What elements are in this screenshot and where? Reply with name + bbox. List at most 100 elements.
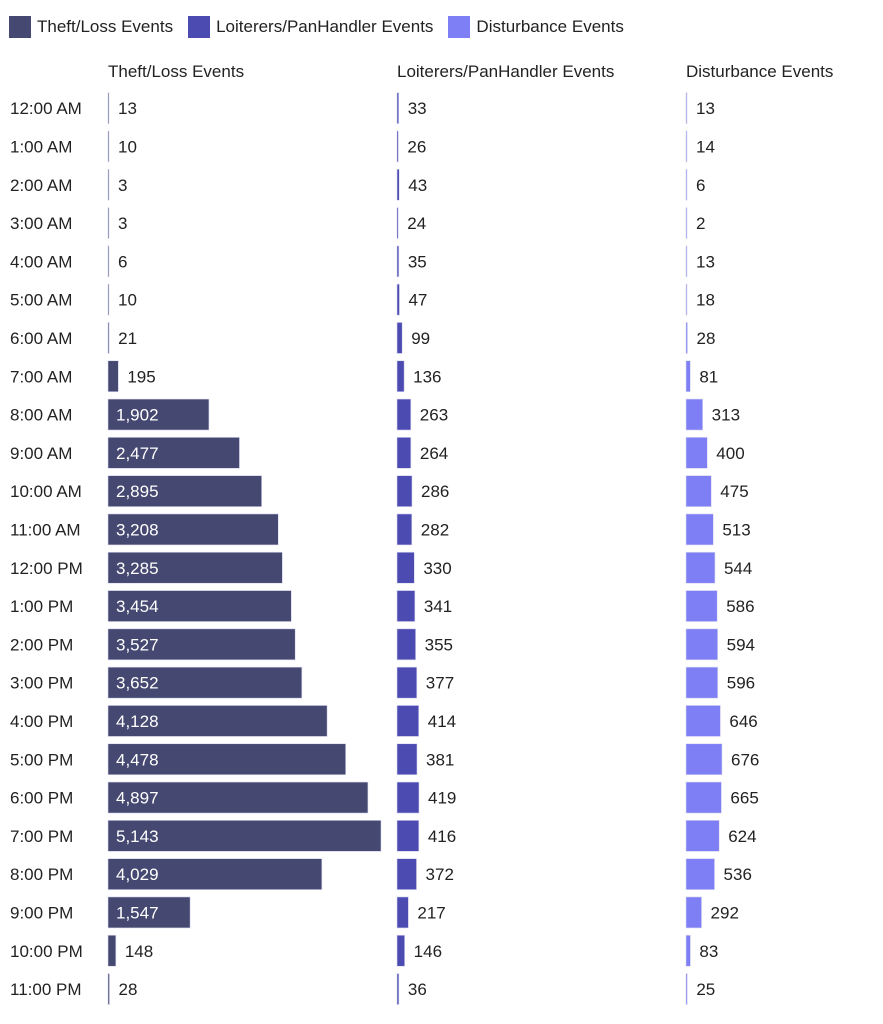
bar[interactable]	[107, 973, 110, 1005]
data-label: 2	[696, 214, 705, 233]
bar[interactable]	[107, 245, 110, 278]
bar[interactable]	[685, 513, 714, 546]
bar[interactable]	[685, 437, 708, 469]
bar[interactable]	[107, 168, 110, 201]
data-label: 330	[423, 559, 451, 578]
row-label: 4:00 AM	[10, 252, 72, 271]
bar[interactable]	[107, 207, 110, 239]
row-label: 12:00 PM	[10, 559, 83, 578]
data-label: 372	[426, 865, 454, 884]
data-label: 3	[118, 214, 127, 233]
bar[interactable]	[685, 896, 702, 929]
bar[interactable]	[396, 973, 400, 1005]
bar[interactable]	[396, 896, 409, 929]
data-label: 24	[407, 214, 426, 233]
bar[interactable]	[396, 322, 403, 354]
data-label: 475	[720, 482, 748, 501]
bar[interactable]	[685, 322, 688, 354]
bar[interactable]	[107, 360, 119, 393]
bar[interactable]	[685, 820, 720, 852]
bar[interactable]	[685, 934, 691, 967]
data-label: 3,527	[116, 635, 159, 654]
bar[interactable]	[685, 628, 718, 661]
bar[interactable]	[396, 437, 412, 469]
bar[interactable]	[685, 283, 688, 316]
bar[interactable]	[396, 820, 420, 852]
bar[interactable]	[107, 322, 110, 354]
row-label: 8:00 PM	[10, 865, 73, 884]
row-label: 1:00 AM	[10, 137, 72, 156]
row-label: 12:00 AM	[10, 99, 82, 118]
bar[interactable]	[685, 398, 703, 431]
bar[interactable]	[396, 590, 416, 622]
bar[interactable]	[107, 130, 110, 163]
data-label: 416	[428, 827, 456, 846]
bar[interactable]	[396, 513, 413, 546]
row-label: 10:00 PM	[10, 942, 83, 961]
data-label: 286	[421, 482, 449, 501]
bar[interactable]	[685, 360, 691, 393]
bar[interactable]	[396, 934, 405, 967]
bar[interactable]	[685, 705, 721, 737]
data-label: 263	[420, 406, 448, 425]
data-label: 4,478	[116, 750, 159, 769]
row-label: 11:00 PM	[10, 980, 82, 999]
bar[interactable]	[685, 973, 688, 1005]
data-label: 217	[417, 903, 445, 922]
bar[interactable]	[685, 207, 688, 239]
bar[interactable]	[685, 858, 715, 890]
data-label: 6	[118, 252, 127, 271]
data-label: 21	[118, 329, 137, 348]
data-label: 4,128	[116, 712, 159, 731]
bar[interactable]	[396, 245, 400, 278]
bar[interactable]	[396, 705, 420, 737]
data-label: 28	[696, 329, 715, 348]
data-label: 646	[729, 712, 757, 731]
bar[interactable]	[396, 551, 415, 584]
bar[interactable]	[685, 245, 688, 278]
bar[interactable]	[685, 666, 719, 699]
bar[interactable]	[107, 934, 117, 967]
bar[interactable]	[396, 743, 418, 776]
data-label: 10	[118, 137, 137, 156]
bar[interactable]	[685, 168, 688, 201]
data-label: 13	[696, 99, 715, 118]
bar[interactable]	[685, 590, 718, 622]
row-label: 7:00 PM	[10, 827, 73, 846]
bar[interactable]	[685, 92, 688, 124]
data-label: 83	[699, 942, 718, 961]
bar[interactable]	[396, 283, 400, 316]
row-label: 6:00 AM	[10, 329, 72, 348]
bar[interactable]	[107, 283, 110, 316]
bar[interactable]	[396, 92, 400, 124]
bar[interactable]	[396, 168, 400, 201]
bar[interactable]	[396, 398, 412, 431]
bar[interactable]	[685, 130, 688, 163]
bar[interactable]	[685, 743, 723, 776]
bar[interactable]	[396, 628, 416, 661]
bar[interactable]	[396, 666, 418, 699]
data-label: 33	[408, 99, 427, 118]
bar[interactable]	[685, 475, 712, 507]
bar[interactable]	[396, 475, 413, 507]
data-label: 2,477	[116, 444, 159, 463]
row-label: 2:00 AM	[10, 176, 72, 195]
bar[interactable]	[396, 207, 399, 239]
bar[interactable]	[685, 781, 722, 814]
data-label: 4,897	[116, 789, 159, 808]
bar[interactable]	[396, 360, 405, 393]
data-label: 195	[127, 367, 155, 386]
data-label: 513	[722, 520, 750, 539]
data-label: 136	[413, 367, 441, 386]
data-label: 282	[421, 520, 449, 539]
bar[interactable]	[107, 92, 110, 124]
data-label: 1,547	[116, 903, 159, 922]
row-label: 3:00 AM	[10, 214, 72, 233]
data-label: 99	[411, 329, 430, 348]
row-label: 11:00 AM	[10, 520, 81, 539]
data-label: 292	[711, 903, 739, 922]
bar[interactable]	[396, 858, 417, 890]
bar[interactable]	[685, 551, 716, 584]
bar[interactable]	[396, 130, 399, 163]
bar[interactable]	[396, 781, 420, 814]
